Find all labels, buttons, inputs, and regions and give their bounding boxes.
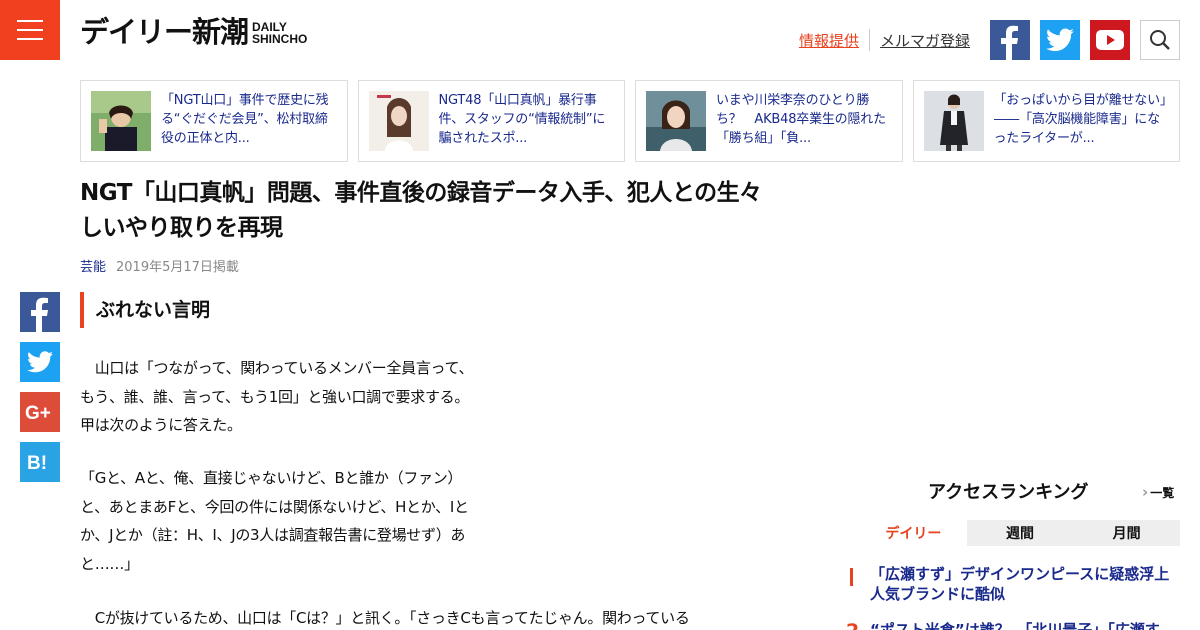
divider xyxy=(868,29,870,51)
article-paragraph: 山口は「つながって、関わっているメンバー全員言って、もう、誰、誰、言って、もう1… xyxy=(80,359,474,434)
twitter-icon xyxy=(27,351,53,373)
thumbnail-image xyxy=(646,91,706,151)
publish-date: 2019年5月17日掲載 xyxy=(116,260,239,275)
related-card[interactable]: 「おっぱいから目が離せない」――「高次脳機能障害」になったライターが... xyxy=(912,80,1180,162)
related-card[interactable]: 「NGT山口」事件で歴史に残る“ぐだぐだ会見”、松村取締役の正体と内... xyxy=(80,80,348,162)
article-meta: 芸能 2019年5月17日掲載 xyxy=(80,256,239,275)
related-card[interactable]: NGT48「山口真帆」暴行事件、スタッフの“情報統制”に騙されたスポ... xyxy=(357,80,625,162)
logo-english: DAILY SHINCHO xyxy=(252,21,307,45)
search-button[interactable] xyxy=(1140,20,1180,60)
info-submit-link[interactable]: 情報提供 xyxy=(799,30,859,51)
section-heading: ぶれない言明 xyxy=(80,292,210,328)
ranking-all-link[interactable]: › 一覧 xyxy=(1142,483,1174,501)
facebook-icon xyxy=(31,297,48,332)
ranking-tabs: デイリー 週間 月間 xyxy=(860,520,1181,546)
svg-text:G+: G+ xyxy=(25,403,51,422)
ranking-item[interactable]: 2 “ポスト米倉”は誰？ 「北川景子」「広瀬すず」 xyxy=(846,620,1186,630)
related-card[interactable]: いまや川栄李奈のひとり勝ち？ AKB48卒業生の隠れた「勝ち組」「負... xyxy=(635,80,903,162)
thumbnail-image xyxy=(923,91,984,151)
tab-weekly[interactable]: 週間 xyxy=(966,520,1074,546)
ranking-item-title: “ポスト米倉”は誰？ 「北川景子」「広瀬すず」 xyxy=(870,621,1160,630)
youtube-icon xyxy=(1096,30,1124,50)
chevron-right-icon: › xyxy=(1142,483,1149,501)
tab-daily[interactable]: デイリー xyxy=(860,520,967,546)
facebook-button[interactable] xyxy=(990,20,1030,60)
header-links: 情報提供 メルマガ登録 xyxy=(799,29,970,51)
rank-number xyxy=(846,564,870,604)
google-plus-icon: G+ xyxy=(25,403,51,422)
site-logo[interactable]: デイリー新潮 DAILY SHINCHO xyxy=(80,18,307,47)
newsletter-link[interactable]: メルマガ登録 xyxy=(880,30,970,51)
card-title: 「おっぱいから目が離せない」――「高次脳機能障害」になったライターが... xyxy=(993,93,1167,146)
category-link[interactable]: 芸能 xyxy=(80,256,106,275)
rank-number: 2 xyxy=(846,620,870,630)
card-title: 「NGT山口」事件で歴史に残る“ぐだぐだ会見”、松村取締役の正体と内... xyxy=(161,93,329,146)
menu-button[interactable] xyxy=(0,0,60,60)
ranking-item[interactable]: 「広瀬すず」デザインワンピースに疑惑浮上 人気ブランドに酷似 xyxy=(846,564,1186,604)
youtube-button[interactable] xyxy=(1090,20,1130,60)
twitter-button[interactable] xyxy=(1040,20,1080,60)
article-paragraph: 「Gと、Aと、俺、直接じゃないけど、Bと誰か（ファン）と、あとまあFと、今回の件… xyxy=(80,469,469,573)
tab-monthly[interactable]: 月間 xyxy=(1073,520,1181,546)
share-hatena-button[interactable]: B! xyxy=(20,442,60,482)
ranking-item-title: 「広瀬すず」デザインワンピースに疑惑浮上 人気ブランドに酷似 xyxy=(870,565,1185,603)
hamburger-icon-line xyxy=(17,29,43,31)
logo-english-line2: SHINCHO xyxy=(252,32,308,46)
thumbnail-image xyxy=(368,91,429,151)
card-title: いまや川栄李奈のひとり勝ち？ AKB48卒業生の隠れた「勝ち組」「負... xyxy=(716,93,886,146)
article-paragraph: Cが抜けているため、山口は「Cは？」と訊く。「さっきCも言ってたじゃん。関わって… xyxy=(80,609,690,627)
share-twitter-button[interactable] xyxy=(20,342,60,382)
share-rail: G+ B! xyxy=(20,292,60,482)
facebook-icon xyxy=(1001,25,1018,60)
hatena-bookmark-icon: B! xyxy=(27,453,47,472)
ranking-heading: アクセスランキング xyxy=(928,482,1089,503)
twitter-icon xyxy=(1046,28,1074,52)
hamburger-icon-line xyxy=(17,20,43,22)
card-title: NGT48「山口真帆」暴行事件、スタッフの“情報統制”に騙されたスポ... xyxy=(438,93,606,146)
ranking-all-label: 一覧 xyxy=(1150,485,1175,500)
search-icon xyxy=(1150,30,1170,50)
related-articles: 「NGT山口」事件で歴史に残る“ぐだぐだ会見”、松村取締役の正体と内... NG… xyxy=(80,80,1180,162)
thumbnail-image xyxy=(91,91,151,151)
share-facebook-button[interactable] xyxy=(20,292,60,332)
svg-text:B!: B! xyxy=(27,453,47,472)
hamburger-icon-line xyxy=(17,38,43,40)
header-social-buttons xyxy=(990,20,1180,60)
share-google-plus-button[interactable]: G+ xyxy=(20,392,60,432)
article-title: NGT「山口真帆」問題、事件直後の録音データ入手、犯人との生々しいやり取りを再現 xyxy=(80,180,762,241)
logo-japanese: デイリー新潮 xyxy=(80,15,249,49)
rank-one-mark xyxy=(850,568,853,586)
